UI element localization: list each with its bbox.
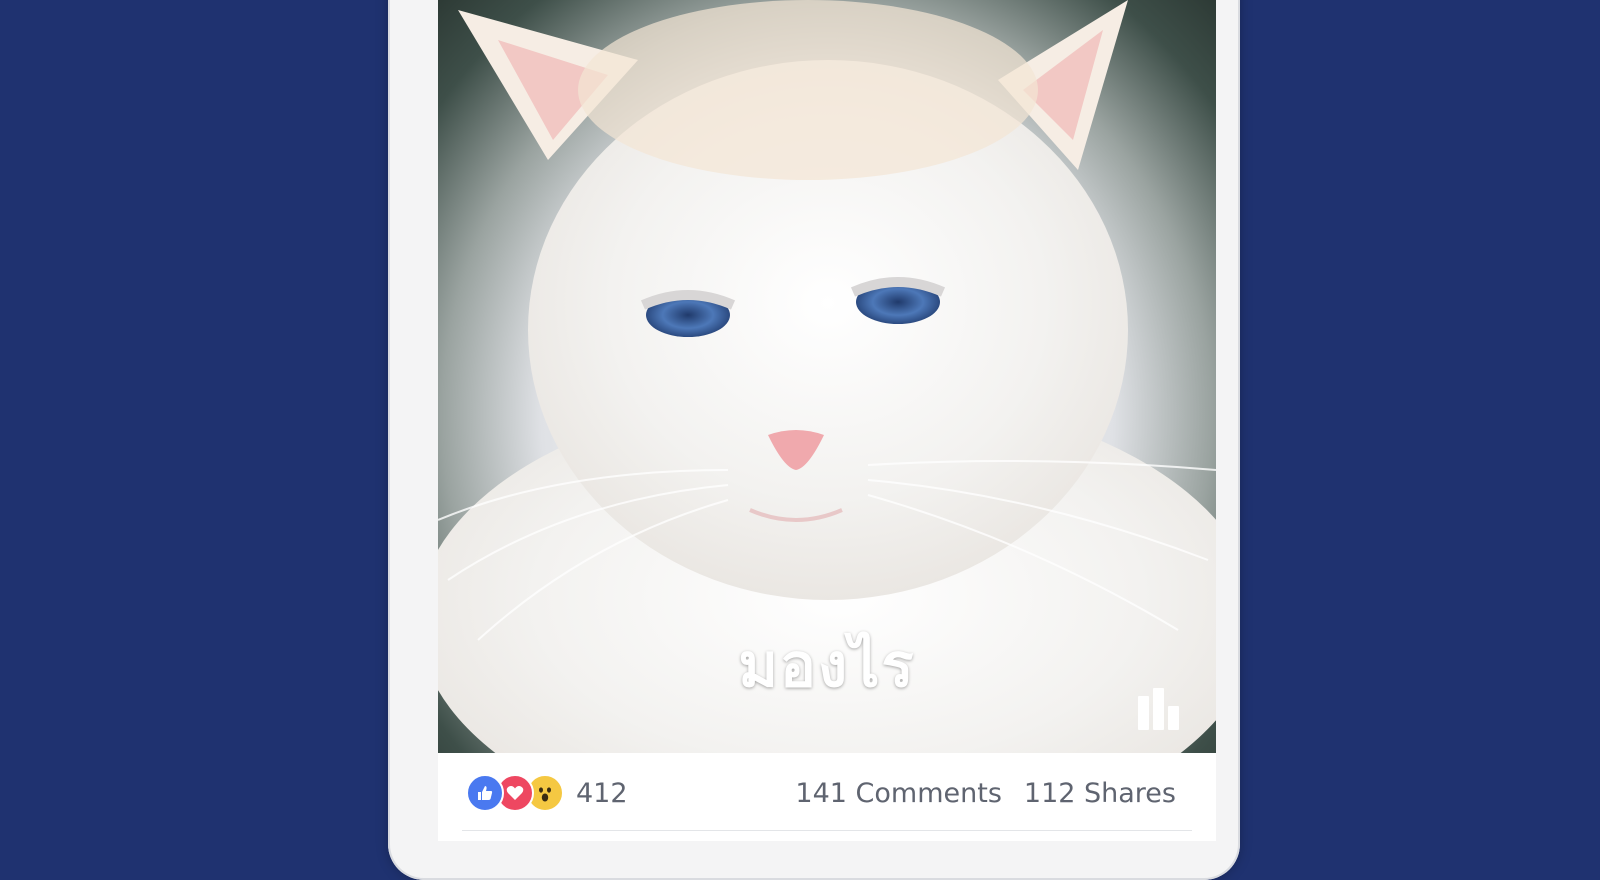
photo-caption: มองไร	[738, 631, 916, 701]
like-icon	[466, 774, 504, 812]
comments-count-link[interactable]: 141 Comments	[795, 778, 1001, 809]
shares-count-link[interactable]: 112 Shares	[1024, 778, 1176, 809]
reaction-count: 412	[576, 777, 628, 809]
stats-divider	[462, 830, 1192, 831]
post-card: มองไร 412 141 Comments 112 Shares	[438, 0, 1216, 841]
post-photo[interactable]: มองไร	[438, 0, 1216, 753]
post-stats-bar: 412 141 Comments 112 Shares	[438, 753, 1216, 841]
engagement-counts: 141 Comments 112 Shares	[795, 775, 1176, 811]
reactions-summary[interactable]: 412	[466, 774, 628, 812]
bar-chart-icon[interactable]	[1138, 688, 1184, 730]
